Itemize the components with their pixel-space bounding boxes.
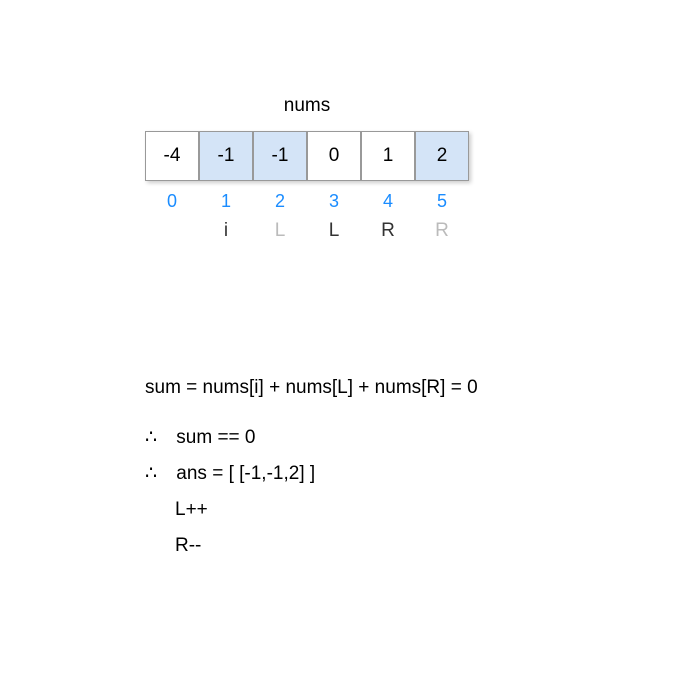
- decrement-line: R--: [145, 528, 478, 564]
- index-label-4: 4: [361, 191, 415, 212]
- increment-line: L++: [145, 492, 478, 528]
- array-cell-3: 0: [307, 131, 361, 181]
- array-cells: -4-1-1012: [145, 131, 469, 181]
- index-label-2: 2: [253, 191, 307, 212]
- therefore-symbol: ∴: [145, 456, 171, 492]
- array-cell-4: 1: [361, 131, 415, 181]
- pointer-label-2: L: [253, 220, 307, 242]
- sum-expression: sum = nums[i] + nums[L] + nums[R] = 0: [145, 370, 478, 406]
- pointer-label-4: R: [361, 220, 415, 242]
- array-cell-5: 2: [415, 131, 469, 181]
- condition-line: ∴ sum == 0: [145, 420, 478, 456]
- index-label-5: 5: [415, 191, 469, 212]
- array-cell-0: -4: [145, 131, 199, 181]
- explanation-block: sum = nums[i] + nums[L] + nums[R] = 0 ∴ …: [145, 370, 478, 564]
- pointer-label-3: L: [307, 220, 361, 242]
- index-label-3: 3: [307, 191, 361, 212]
- array-title: nums: [145, 95, 469, 117]
- therefore-symbol: ∴: [145, 420, 171, 456]
- answer-text: ans = [ [-1,-1,2] ]: [176, 463, 315, 484]
- condition-text: sum == 0: [176, 427, 255, 448]
- pointer-label-5: R: [415, 220, 469, 242]
- array-diagram: nums -4-1-1012 012345 iLLRR: [145, 95, 469, 242]
- pointer-row: iLLRR: [145, 220, 469, 242]
- answer-line: ∴ ans = [ [-1,-1,2] ]: [145, 456, 478, 492]
- array-cell-2: -1: [253, 131, 307, 181]
- index-row: 012345: [145, 191, 469, 212]
- pointer-label-1: i: [199, 220, 253, 242]
- pointer-label-0: [145, 220, 199, 242]
- array-cell-1: -1: [199, 131, 253, 181]
- index-label-1: 1: [199, 191, 253, 212]
- index-label-0: 0: [145, 191, 199, 212]
